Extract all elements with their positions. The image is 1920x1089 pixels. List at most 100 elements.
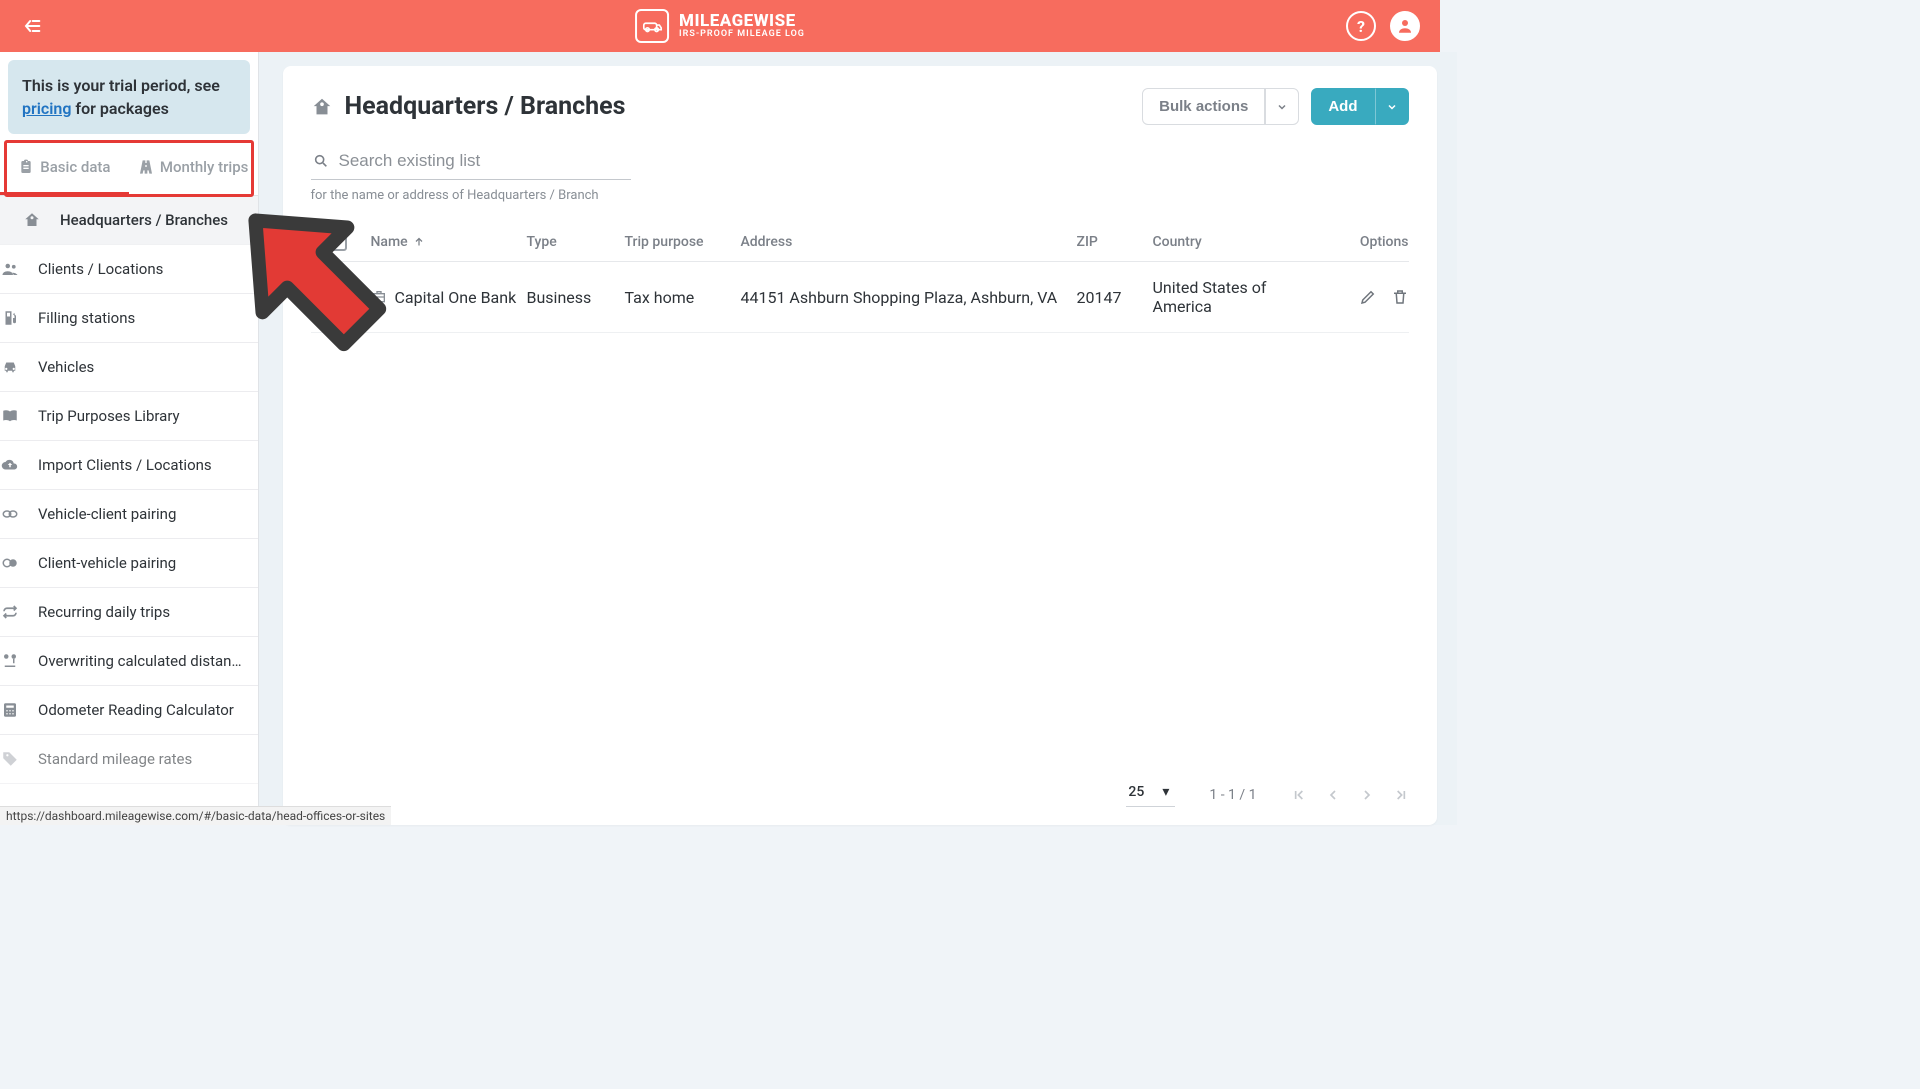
sidebar-item-label: Client-vehicle pairing <box>38 554 242 572</box>
th-type[interactable]: Type <box>527 234 619 250</box>
sidebar-item-label: Odometer Reading Calculator <box>38 701 242 719</box>
pager-prev[interactable] <box>1325 787 1341 803</box>
pricing-link[interactable]: pricing <box>22 99 71 118</box>
sidebar-item-vehicle-client-pairing[interactable]: Vehicle-client pairing <box>0 490 258 539</box>
tab-monthly-trips[interactable]: Monthly trips <box>129 142 258 195</box>
clipboard-icon <box>18 159 34 175</box>
th-options: Options <box>1329 234 1409 250</box>
add-dropdown[interactable] <box>1375 88 1409 125</box>
tab-basic-label: Basic data <box>40 158 110 176</box>
sidebar-item-label: Trip Purposes Library <box>38 407 242 425</box>
people-icon <box>0 260 20 278</box>
table: Name Type Trip purpose Address ZIP Count… <box>311 223 1409 770</box>
main-content: Headquarters / Branches Bulk actions Add <box>259 52 1457 825</box>
road-icon <box>138 159 154 175</box>
car-icon <box>0 358 20 376</box>
cell-country: United States of America <box>1153 278 1323 316</box>
cell-address: 44151 Ashburn Shopping Plaza, Ashburn, V… <box>741 288 1071 307</box>
th-trip-purpose[interactable]: Trip purpose <box>625 234 735 250</box>
sidebar-item-clients[interactable]: Clients / Locations <box>0 245 258 294</box>
sidebar-item-trip-purposes[interactable]: Trip Purposes Library <box>0 392 258 441</box>
table-footer: 25 ▾ 1 - 1 / 1 <box>311 770 1409 815</box>
sidebar-item-label: Import Clients / Locations <box>38 456 242 474</box>
pair-alt-icon <box>0 554 20 572</box>
brand: MILEAGEWISE IRS-PROOF MILEAGE LOG <box>635 9 805 43</box>
sidebar-item-label: Clients / Locations <box>38 260 242 278</box>
sidebar-item-client-vehicle-pairing[interactable]: Client-vehicle pairing <box>0 539 258 588</box>
sidebar-item-label: Overwriting calculated distan… <box>38 652 242 670</box>
calculator-icon <box>0 701 20 719</box>
sidebar-tabs: Basic data Monthly trips <box>0 142 258 196</box>
add-button[interactable]: Add <box>1311 88 1374 125</box>
search-hint: for the name or address of Headquarters … <box>311 188 1409 203</box>
pagination-range: 1 - 1 / 1 <box>1209 787 1256 803</box>
bulk-actions-button[interactable]: Bulk actions <box>1142 88 1265 125</box>
chevron-down-icon: ▾ <box>1162 784 1169 800</box>
menu-toggle-button[interactable] <box>20 16 42 36</box>
sidebar-item-filling-stations[interactable]: Filling stations <box>0 294 258 343</box>
cell-zip: 20147 <box>1077 288 1147 307</box>
cell-name: Capital One Bank <box>395 288 517 307</box>
sidebar-item-label: Headquarters / Branches <box>60 211 242 229</box>
cell-type: Business <box>527 288 619 307</box>
th-zip[interactable]: ZIP <box>1077 234 1147 250</box>
table-header: Name Type Trip purpose Address ZIP Count… <box>311 223 1409 262</box>
bulk-actions-group: Bulk actions <box>1142 88 1299 125</box>
briefcase-icon <box>371 289 387 305</box>
search-field[interactable] <box>311 147 631 180</box>
cell-trip-purpose: Tax home <box>625 288 735 307</box>
book-icon <box>0 407 20 425</box>
search-input[interactable] <box>339 151 629 171</box>
sidebar-item-vehicles[interactable]: Vehicles <box>0 343 258 392</box>
page-size-value: 25 <box>1128 784 1144 800</box>
content-panel: Headquarters / Branches Bulk actions Add <box>283 66 1437 825</box>
pager-last[interactable] <box>1393 787 1409 803</box>
sidebar-item-overwriting[interactable]: Overwriting calculated distan… <box>0 637 258 686</box>
repeat-icon <box>0 603 20 621</box>
app-header: MILEAGEWISE IRS-PROOF MILEAGE LOG ? <box>0 0 1440 52</box>
trial-banner: This is your trial period, see pricing f… <box>8 60 250 134</box>
edit-button[interactable] <box>1359 288 1377 306</box>
sidebar-item-label: Standard mileage rates <box>38 750 242 768</box>
sidebar-item-import[interactable]: Import Clients / Locations <box>0 441 258 490</box>
th-address[interactable]: Address <box>741 234 1071 250</box>
tab-monthly-label: Monthly trips <box>160 158 248 176</box>
sidebar-item-headquarters[interactable]: Headquarters / Branches <box>0 196 258 245</box>
sidebar-item-odometer[interactable]: Odometer Reading Calculator <box>0 686 258 735</box>
status-bar-url: https://dashboard.mileagewise.com/#/basi… <box>0 806 391 825</box>
select-all-checkbox[interactable] <box>311 233 365 251</box>
tab-basic-data[interactable]: Basic data <box>0 142 129 195</box>
building-icon <box>311 96 333 118</box>
help-button[interactable]: ? <box>1346 11 1376 41</box>
sidebar: This is your trial period, see pricing f… <box>0 52 259 825</box>
table-row[interactable]: Capital One Bank Business Tax home 44151… <box>311 262 1409 333</box>
sidebar-item-label: Recurring daily trips <box>38 603 242 621</box>
page-size-select[interactable]: 25 ▾ <box>1126 782 1175 807</box>
brand-logo-icon <box>635 9 669 43</box>
cloud-upload-icon <box>0 456 20 474</box>
bulk-actions-dropdown[interactable] <box>1265 88 1299 125</box>
row-checkbox[interactable] <box>311 288 365 306</box>
page-title: Headquarters / Branches <box>311 92 626 121</box>
pager-next[interactable] <box>1359 787 1375 803</box>
sort-asc-icon <box>413 236 425 248</box>
sidebar-item-mileage-rates[interactable]: Standard mileage rates <box>0 735 258 784</box>
account-button[interactable] <box>1390 11 1420 41</box>
brand-subtitle: IRS-PROOF MILEAGE LOG <box>679 30 805 40</box>
pair-icon <box>0 505 20 523</box>
th-country[interactable]: Country <box>1153 234 1323 250</box>
sidebar-item-recurring[interactable]: Recurring daily trips <box>0 588 258 637</box>
building-icon <box>22 211 42 229</box>
sidebar-item-label: Filling stations <box>38 309 242 327</box>
sidebar-item-label: Vehicle-client pairing <box>38 505 242 523</box>
sidebar-nav: Headquarters / Branches Clients / Locati… <box>0 196 258 825</box>
add-group: Add <box>1311 88 1408 125</box>
sidebar-item-label: Vehicles <box>38 358 242 376</box>
pins-icon <box>0 652 20 670</box>
search-icon <box>313 153 329 169</box>
brand-title: MILEAGEWISE <box>679 12 805 31</box>
th-name[interactable]: Name <box>371 234 521 250</box>
delete-button[interactable] <box>1391 288 1409 306</box>
trial-suffix: for packages <box>71 99 168 118</box>
pager-first[interactable] <box>1291 787 1307 803</box>
